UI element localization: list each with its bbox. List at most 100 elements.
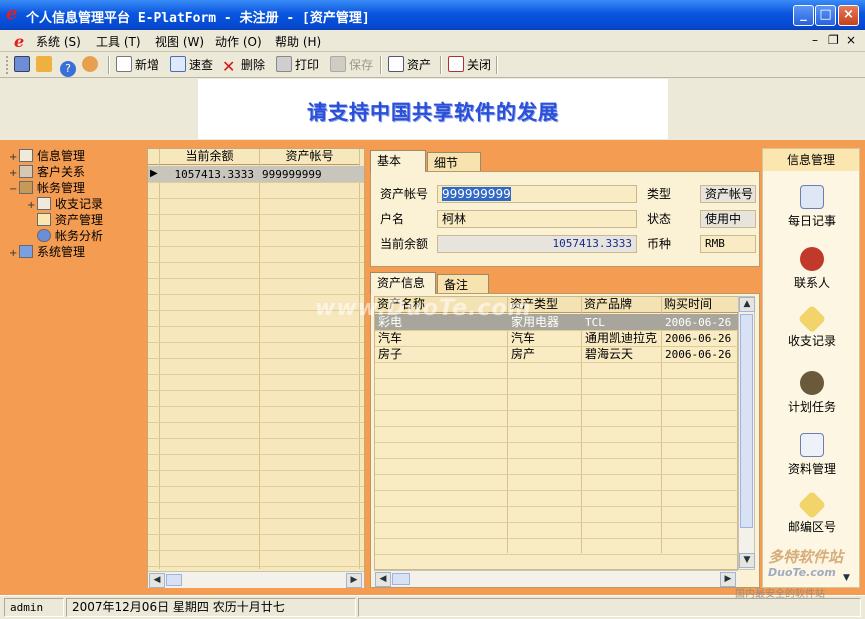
shortcut-label: 邮编区号 xyxy=(787,520,836,534)
grid-line xyxy=(375,554,739,555)
currency-field[interactable]: RMB xyxy=(700,235,756,253)
scroll-down-icon[interactable]: ▼ xyxy=(843,573,850,583)
scroll-right-icon[interactable]: ▶ xyxy=(346,573,362,588)
account-value: 999999999 xyxy=(442,187,511,201)
toolbar-separator xyxy=(440,56,442,74)
tree-item-system[interactable]: + 系统管理 xyxy=(9,244,85,260)
shortcut-postal-codes[interactable]: 邮编区号 xyxy=(763,490,861,535)
detail-panel: 资产帐号 999999999 类型 资产帐号 户名 柯林 状态 使用中 当前余额… xyxy=(370,171,760,267)
mdi-close-button[interactable]: × xyxy=(846,33,856,47)
shortcut-label: 收支记录 xyxy=(787,334,836,348)
tree-label: 帐务分析 xyxy=(55,229,104,243)
grid-line xyxy=(148,374,364,375)
notes-icon[interactable] xyxy=(36,55,55,75)
minimize-button[interactable]: _ xyxy=(793,5,814,26)
shortcut-label: 联系人 xyxy=(793,276,830,290)
grid-line xyxy=(148,470,364,471)
tree-item-asset-management[interactable]: 资产管理 xyxy=(37,212,103,228)
save-button[interactable]: 保存 xyxy=(330,55,373,75)
maximize-button[interactable]: □ xyxy=(815,5,836,26)
cell-asset-name: 房子 xyxy=(378,347,403,361)
tree-item-account-analysis[interactable]: 帐务分析 xyxy=(37,228,103,244)
close-window-button[interactable]: × xyxy=(838,5,859,26)
tab-details[interactable]: 细节 xyxy=(427,152,481,172)
print-button[interactable]: 打印 xyxy=(276,55,319,75)
table-row[interactable]: ▶ 1057413.3333 999999999 xyxy=(148,166,364,182)
grid-line xyxy=(148,214,364,215)
cell-brand: 碧海云天 xyxy=(585,347,634,361)
menu-help[interactable]: 帮助 (H) xyxy=(275,33,321,50)
tab-asset-info[interactable]: 资产信息 xyxy=(370,272,436,294)
grid-line xyxy=(148,534,364,535)
grid-line xyxy=(375,538,739,539)
mdi-restore-button[interactable]: ❐ xyxy=(828,33,839,47)
type-field[interactable]: 资产帐号 xyxy=(700,185,756,203)
asset-button[interactable]: 资产 xyxy=(388,55,431,75)
grid-view-icon[interactable] xyxy=(14,55,33,75)
shortcut-label: 计划任务 xyxy=(787,400,836,414)
scroll-thumb[interactable] xyxy=(392,573,410,585)
grid-line xyxy=(148,406,364,407)
table-row[interactable]: 汽车 汽车 通用凯迪拉克 2006-06-26 xyxy=(375,330,739,346)
horizontal-scrollbar[interactable]: ◀ ▶ xyxy=(374,570,738,587)
music-icon xyxy=(800,371,824,395)
shortcut-scheduled-tasks[interactable]: 计划任务 xyxy=(763,371,861,415)
account-grid: 当前余额 资产帐号 ▶ 1057413.3333 999999999 ◀ ▶ xyxy=(147,148,365,588)
window-title: 个人信息管理平台 E-PlatForm - 未注册 - [资产管理] xyxy=(26,11,370,26)
mdi-minimize-button[interactable]: – xyxy=(812,33,818,47)
tree-label: 客户关系 xyxy=(37,165,86,179)
new-button[interactable]: 新增 xyxy=(116,55,159,75)
account-field[interactable]: 999999999 xyxy=(437,185,637,203)
scroll-thumb[interactable] xyxy=(166,574,182,586)
app-menu-icon[interactable]: e xyxy=(14,32,24,51)
scroll-right-icon[interactable]: ▶ xyxy=(720,572,736,587)
home-icon[interactable] xyxy=(82,55,101,75)
menu-system[interactable]: 系统 (S) xyxy=(36,33,81,50)
scroll-down-icon[interactable]: ▼ xyxy=(739,553,755,568)
table-row[interactable]: 房子 房产 碧海云天 2006-06-26 xyxy=(375,346,739,362)
shortcut-contacts[interactable]: 联系人 xyxy=(763,247,861,291)
name-field[interactable]: 柯林 xyxy=(437,210,637,228)
cell-brand: TCL xyxy=(585,316,605,329)
column-header-purchase-date[interactable]: 购买时间 xyxy=(662,297,739,313)
new-label: 新增 xyxy=(135,58,160,72)
balance-label: 当前余额 xyxy=(380,237,429,251)
scroll-left-icon[interactable]: ◀ xyxy=(149,573,165,588)
close-button[interactable]: 关闭 xyxy=(448,55,491,75)
tree-item-info-management[interactable]: + 信息管理 xyxy=(9,148,85,164)
scroll-left-icon[interactable]: ◀ xyxy=(375,572,391,587)
toolbar-separator xyxy=(380,56,382,74)
delete-button[interactable]: ✕ 删除 xyxy=(222,55,265,75)
expand-icon: + xyxy=(27,200,36,211)
title-bar[interactable]: e 个人信息管理平台 E-PlatForm - 未注册 - [资产管理] _ □… xyxy=(0,0,865,30)
shortcut-panel-header[interactable]: 信息管理 xyxy=(763,149,859,171)
column-header-brand[interactable]: 资产品牌 xyxy=(582,297,662,313)
grid-line xyxy=(375,474,739,475)
shortcut-documents[interactable]: 资料管理 xyxy=(763,433,861,477)
grid-line xyxy=(148,502,364,503)
menu-tools[interactable]: 工具 (T) xyxy=(96,33,141,50)
help-icon[interactable]: ? xyxy=(60,55,79,77)
tree-item-income-expense[interactable]: + 收支记录 xyxy=(27,196,103,212)
app-logo-icon: e xyxy=(6,3,18,24)
tree-item-accounts[interactable]: − 帐务管理 xyxy=(9,180,85,196)
state-field[interactable]: 使用中 xyxy=(700,210,756,228)
vertical-scrollbar[interactable]: ▲ ▼ xyxy=(738,296,755,570)
menu-view[interactable]: 视图 (W) xyxy=(155,33,204,50)
scroll-up-icon[interactable]: ▲ xyxy=(739,297,755,312)
shortcut-daily-notes[interactable]: 每日记事 xyxy=(763,185,861,229)
tree-label: 帐务管理 xyxy=(37,181,86,195)
tab-notes[interactable]: 备注 xyxy=(437,274,489,294)
menu-action[interactable]: 动作 (O) xyxy=(215,33,262,50)
tree-label: 收支记录 xyxy=(55,197,104,211)
column-header-account[interactable]: 资产帐号 xyxy=(260,149,360,165)
horizontal-scrollbar[interactable]: ◀ ▶ xyxy=(148,571,364,588)
balance-field[interactable]: 1057413.3333 xyxy=(437,235,637,253)
tree-item-customer-relations[interactable]: + 客户关系 xyxy=(9,164,85,180)
column-header-balance[interactable]: 当前余额 xyxy=(160,149,260,165)
grid-line xyxy=(148,278,364,279)
tab-basic[interactable]: 基本 xyxy=(370,150,426,172)
scroll-thumb[interactable] xyxy=(740,314,753,528)
shortcut-income-expense[interactable]: 收支记录 xyxy=(763,304,861,349)
find-button[interactable]: 速查 xyxy=(170,55,213,75)
